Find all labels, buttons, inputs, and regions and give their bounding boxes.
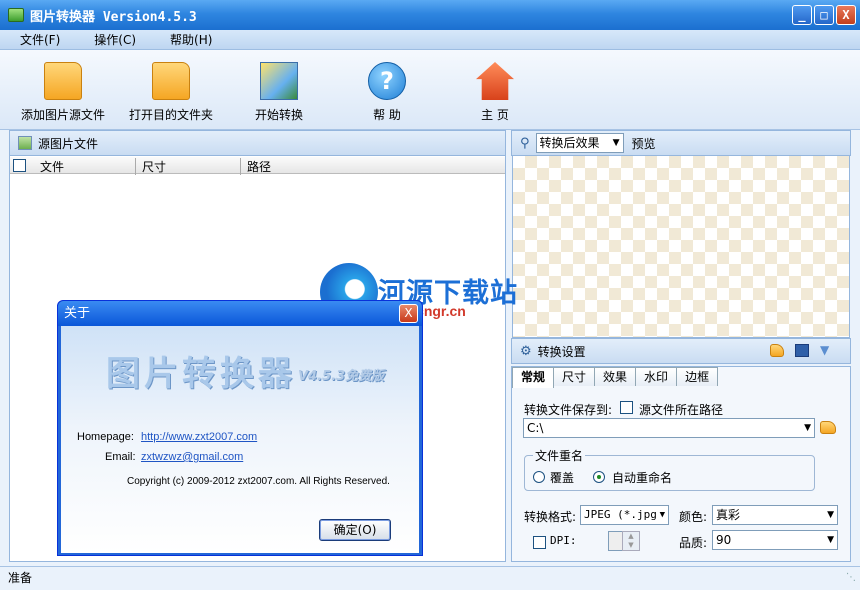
preview-area xyxy=(512,156,850,338)
resize-grip-icon[interactable]: ⋱ xyxy=(846,567,856,589)
color-label: 颜色: xyxy=(679,510,708,524)
chevron-down-icon: ▼ xyxy=(827,510,834,520)
browse-folder-icon[interactable] xyxy=(820,421,836,434)
column-size[interactable]: 尺寸 xyxy=(135,158,166,175)
tab-effect[interactable]: 效果 xyxy=(594,367,637,386)
view-select-value: 转换后效果 xyxy=(539,136,600,150)
about-dialog-body: 图片转换器 V4.5.3免费版 Homepage: http://www.zxt… xyxy=(61,326,419,553)
start-convert-button[interactable]: 开始转换 xyxy=(224,62,334,123)
chevron-down-icon: ▼ xyxy=(827,535,834,545)
homepage-label: Homepage: xyxy=(77,431,134,443)
home-label: 主 页 xyxy=(481,108,509,122)
menu-file[interactable]: 文件(F) xyxy=(0,31,74,48)
settings-title: 转换设置 xyxy=(537,344,586,359)
tab-size[interactable]: 尺寸 xyxy=(553,367,596,386)
overwrite-radio[interactable] xyxy=(533,469,545,483)
chevron-down-icon: ▼ xyxy=(804,423,811,433)
title-bar: 图片转换器 Version4.5.3 _ □ X xyxy=(0,0,860,30)
source-path-checkbox[interactable] xyxy=(620,400,633,414)
close-button[interactable]: X xyxy=(836,5,856,25)
rename-group-title: 文件重名 xyxy=(533,447,586,464)
menu-help[interactable]: 帮助(H) xyxy=(150,31,226,48)
copyright-text: Copyright (c) 2009-2012 zxt2007.com. All… xyxy=(127,476,390,487)
add-source-button[interactable]: 添加图片源文件 xyxy=(8,62,118,123)
tab-general[interactable]: 常规 xyxy=(512,367,555,388)
add-source-label: 添加图片源文件 xyxy=(20,108,105,122)
email-link[interactable]: zxtwzwz@gmail.com xyxy=(141,451,243,463)
output-path-combo[interactable]: C:\ ▼ xyxy=(523,418,815,438)
home-icon xyxy=(476,62,514,100)
source-path-label: 源文件所在路径 xyxy=(639,403,724,417)
maximize-button[interactable]: □ xyxy=(814,5,834,25)
format-select[interactable]: JPEG (*.jpg ▼ xyxy=(580,505,669,525)
preview-label: 预览 xyxy=(631,136,656,151)
dpi-spinner[interactable]: ▲ ▼ xyxy=(622,531,640,551)
magnifier-icon: ⚲ xyxy=(520,135,530,151)
about-close-button[interactable]: X xyxy=(399,304,418,323)
quality-select[interactable]: 90 ▼ xyxy=(712,530,838,550)
add-folder-icon xyxy=(44,62,82,100)
dpi-checkbox[interactable] xyxy=(533,535,546,549)
chevron-down-icon: ▼ xyxy=(612,138,620,148)
settings-header: ⚙ 转换设置 ▼ xyxy=(511,338,851,364)
ok-button[interactable]: 确定(O) xyxy=(319,519,391,541)
gear-icon: ⚙ xyxy=(520,343,532,359)
email-label: Email: xyxy=(105,451,136,463)
dpi-label: DPI: xyxy=(550,534,577,547)
open-settings-icon[interactable] xyxy=(770,344,784,357)
help-icon: ? xyxy=(368,62,406,100)
app-icon xyxy=(8,8,24,22)
help-label: 帮 助 xyxy=(373,108,401,122)
status-bar: 准备 ⋱ xyxy=(0,566,860,590)
settings-panel: 常规 尺寸 效果 水印 边框 转换文件保存到: 源文件所在路径 C:\ ▼ 文件… xyxy=(511,366,851,562)
status-text: 准备 xyxy=(8,571,33,585)
tab-border[interactable]: 边框 xyxy=(676,367,719,386)
save-settings-icon[interactable] xyxy=(795,344,809,357)
format-value: JPEG (*.jpg xyxy=(584,508,657,521)
column-path[interactable]: 路径 xyxy=(240,158,271,175)
save-to-label: 转换文件保存到: xyxy=(524,403,613,417)
view-select[interactable]: 转换后效果 ▼ xyxy=(535,133,624,153)
menu-bar: 文件(F) 操作(C) 帮助(H) xyxy=(0,30,860,50)
rename-group: 文件重名 覆盖 自动重命名 xyxy=(524,447,815,491)
help-button[interactable]: ? 帮 助 xyxy=(332,62,442,123)
source-files-header: 源图片文件 xyxy=(9,130,506,156)
window-controls: _ □ X xyxy=(792,5,856,25)
preview-header: ⚲ 转换后效果 ▼ 预览 xyxy=(511,130,851,156)
color-value: 真彩 xyxy=(716,508,741,522)
output-path-value: C:\ xyxy=(527,421,544,435)
quality-value: 90 xyxy=(716,533,732,547)
auto-rename-radio[interactable] xyxy=(593,469,605,483)
source-files-title: 源图片文件 xyxy=(38,136,99,151)
window-title: 图片转换器 Version4.5.3 xyxy=(30,9,197,25)
about-dialog-title: 关于 xyxy=(64,306,91,321)
tab-watermark[interactable]: 水印 xyxy=(635,367,678,386)
collapse-icon[interactable]: ▼ xyxy=(820,343,829,357)
color-select[interactable]: 真彩 ▼ xyxy=(712,505,838,525)
start-convert-label: 开始转换 xyxy=(254,108,303,122)
menu-operate[interactable]: 操作(C) xyxy=(74,31,150,48)
about-version: V4.5.3免费版 xyxy=(298,369,385,384)
settings-tabs: 常规 尺寸 效果 水印 边框 xyxy=(512,367,719,388)
homepage-link[interactable]: http://www.zxt2007.com xyxy=(141,431,257,443)
file-list-header: 文件 尺寸 路径 xyxy=(10,157,505,175)
image-icon xyxy=(18,136,32,150)
magic-wand-icon xyxy=(260,62,298,100)
open-destination-button[interactable]: 打开目的文件夹 xyxy=(116,62,226,123)
home-button[interactable]: 主 页 xyxy=(440,62,550,123)
about-banner: 图片转换器 xyxy=(106,354,296,394)
toolbar: 添加图片源文件 打开目的文件夹 开始转换 ? 帮 助 主 页 xyxy=(0,50,860,130)
quality-label: 品质: xyxy=(679,536,708,550)
chevron-down-icon: ▼ xyxy=(659,510,665,520)
overwrite-label: 覆盖 xyxy=(550,471,575,485)
minimize-button[interactable]: _ xyxy=(792,5,812,25)
column-file[interactable]: 文件 xyxy=(40,158,64,175)
about-dialog-titlebar: 关于 X xyxy=(58,301,422,326)
open-destination-label: 打开目的文件夹 xyxy=(128,108,213,122)
format-label: 转换格式: xyxy=(524,510,577,524)
auto-rename-label: 自动重命名 xyxy=(612,471,673,485)
folder-icon xyxy=(152,62,190,100)
about-dialog: 关于 X 图片转换器 V4.5.3免费版 Homepage: http://ww… xyxy=(57,300,423,556)
